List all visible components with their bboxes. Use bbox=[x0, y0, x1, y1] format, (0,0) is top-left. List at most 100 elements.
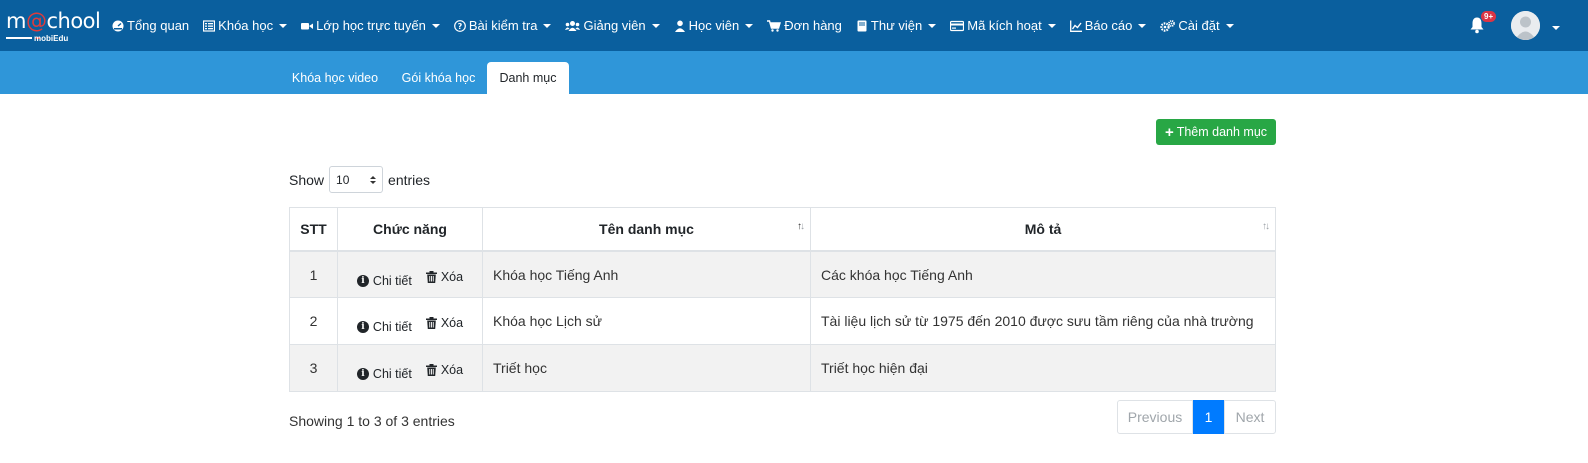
main-nav: Tổng quan Khóa học Lớp học trực tuyến ? … bbox=[112, 0, 1248, 51]
delete-button[interactable]: Xóa bbox=[425, 363, 463, 377]
nav-reports[interactable]: Báo cáo bbox=[1069, 18, 1147, 33]
nav-teachers[interactable]: Giảng viên bbox=[565, 18, 660, 33]
header-stt[interactable]: STT bbox=[289, 207, 338, 252]
logo-underline bbox=[6, 37, 32, 39]
nav-label: Tổng quan bbox=[127, 18, 190, 33]
table-row: 1 i Chi tiết Xóa Khóa học Tiếng Anh Các kh… bbox=[289, 250, 1276, 298]
tab-course-packages[interactable]: Gói khóa học bbox=[395, 62, 482, 94]
trash-icon bbox=[425, 364, 437, 376]
cell-description: Tài liệu lịch sử từ 1975 đến 2010 được s… bbox=[810, 297, 1276, 345]
pagination: Previous 1 Next bbox=[1117, 400, 1276, 434]
header-category-name[interactable]: Tên danh mục ↑↓ bbox=[482, 207, 811, 252]
tab-categories[interactable]: Danh mục bbox=[487, 62, 569, 94]
nav-tests[interactable]: ? Bài kiểm tra bbox=[453, 18, 552, 33]
detail-button[interactable]: i Chi tiết bbox=[356, 367, 412, 381]
table-row: 3 i Chi tiết Xóa Triết học Triết học hiện … bbox=[289, 344, 1276, 392]
nav-label: Khóa học bbox=[218, 18, 274, 33]
plus-icon: + bbox=[1164, 123, 1174, 141]
cell-category-name: Khóa học Tiếng Anh bbox=[482, 250, 811, 298]
previous-page-button[interactable]: Previous bbox=[1117, 400, 1193, 434]
nav-online-classes[interactable]: Lớp học trực tuyến bbox=[301, 18, 440, 33]
chevron-down-icon bbox=[431, 23, 440, 28]
entries-select-value: 10 bbox=[336, 172, 350, 187]
detail-button[interactable]: i Chi tiết bbox=[356, 320, 412, 334]
table-info: Showing 1 to 3 of 3 entries bbox=[289, 413, 455, 429]
cell-actions: i Chi tiết Xóa bbox=[337, 344, 483, 392]
header-description[interactable]: Mô tả ↑↓ bbox=[810, 207, 1276, 252]
user-avatar-icon bbox=[1511, 11, 1540, 40]
table-row: 2 i Chi tiết Xóa Khóa học Lịch sử Tài liệu… bbox=[289, 297, 1276, 345]
nav-label: Thư viện bbox=[870, 18, 923, 33]
cell-stt: 1 bbox=[289, 250, 338, 298]
next-page-button[interactable]: Next bbox=[1224, 400, 1276, 434]
delete-label: Xóa bbox=[440, 316, 464, 330]
info-icon: i bbox=[356, 274, 369, 287]
nav-label: Mã kích hoạt bbox=[967, 18, 1042, 33]
info-icon: i bbox=[356, 368, 369, 380]
detail-label: Chi tiết bbox=[372, 367, 412, 381]
nav-label: Bài kiểm tra bbox=[468, 18, 538, 33]
delete-button[interactable]: Xóa bbox=[425, 316, 464, 330]
page-1-button[interactable]: 1 bbox=[1193, 400, 1224, 434]
nav-courses[interactable]: Khóa học bbox=[203, 18, 288, 33]
chevron-down-icon bbox=[928, 23, 937, 28]
cell-category-name: Triết học bbox=[482, 344, 811, 392]
nav-label: Báo cáo bbox=[1084, 18, 1133, 33]
cell-description: Các khóa học Tiếng Anh bbox=[810, 250, 1276, 298]
chevron-down-icon bbox=[1138, 23, 1147, 28]
chevron-down-icon bbox=[543, 23, 552, 28]
top-navbar: m@chool mobiEdu Tổng quan Khóa học Lớp h… bbox=[0, 0, 1588, 51]
logo[interactable]: m@chool mobiEdu bbox=[6, 9, 101, 43]
chevron-down-icon bbox=[651, 23, 660, 28]
sort-icon: ↑↓ bbox=[1262, 221, 1270, 232]
dashboard-icon bbox=[112, 20, 124, 31]
nav-label: Giảng viên bbox=[583, 18, 646, 33]
cell-actions: i Chi tiết Xóa bbox=[337, 297, 483, 345]
user-icon bbox=[674, 20, 685, 32]
cart-icon bbox=[767, 19, 782, 32]
category-table: STT Chức năng Tên danh mục ↑↓ Mô tả ↑↓ 1… bbox=[289, 207, 1276, 392]
avatar[interactable] bbox=[1511, 11, 1540, 40]
length-prefix: Show bbox=[289, 171, 325, 188]
cell-stt: 3 bbox=[289, 344, 338, 392]
entries-select[interactable]: 10 bbox=[329, 166, 384, 193]
chevron-down-icon bbox=[745, 23, 754, 28]
cell-stt: 2 bbox=[289, 297, 338, 345]
list-icon bbox=[203, 19, 216, 32]
chevron-down-icon bbox=[279, 23, 288, 28]
detail-label: Chi tiết bbox=[372, 273, 412, 288]
cell-description: Triết học hiện đại bbox=[810, 344, 1276, 392]
users-icon bbox=[565, 20, 581, 31]
book-icon bbox=[857, 20, 867, 31]
svg-text:?: ? bbox=[458, 22, 463, 31]
notification-badge: 9+ bbox=[1481, 11, 1497, 22]
delete-button[interactable]: Xóa bbox=[425, 269, 464, 284]
add-category-label: Thêm danh mục bbox=[1176, 125, 1268, 139]
detail-label: Chi tiết bbox=[372, 320, 412, 334]
delete-label: Xóa bbox=[440, 269, 464, 284]
question-icon: ? bbox=[453, 19, 466, 32]
add-category-button[interactable]: + Thêm danh mục bbox=[1156, 119, 1276, 145]
gears-icon bbox=[1160, 19, 1176, 32]
sort-icon: ↑↓ bbox=[797, 221, 805, 232]
logo-subtext: mobiEdu bbox=[34, 34, 69, 43]
nav-activation-codes[interactable]: Mã kích hoạt bbox=[950, 18, 1056, 33]
nav-label: Cài đặt bbox=[1178, 18, 1220, 33]
nav-orders[interactable]: Đơn hàng bbox=[767, 18, 842, 33]
chevron-down-icon[interactable] bbox=[1552, 26, 1560, 30]
nav-settings[interactable]: Cài đặt bbox=[1160, 18, 1234, 33]
table-header-row: STT Chức năng Tên danh mục ↑↓ Mô tả ↑↓ bbox=[289, 207, 1276, 252]
nav-library[interactable]: Thư viện bbox=[856, 18, 937, 33]
header-category-name-label: Tên danh mục bbox=[599, 220, 694, 237]
nav-label: Lớp học trực tuyến bbox=[316, 18, 426, 33]
info-icon: i bbox=[356, 321, 369, 333]
logo-text: m@chool bbox=[6, 9, 101, 33]
length-control: Show 10 entries bbox=[289, 166, 430, 193]
tab-video-courses[interactable]: Khóa học video bbox=[285, 62, 385, 94]
chevron-down-icon bbox=[1047, 23, 1056, 28]
nav-label: Học viên bbox=[688, 18, 740, 33]
detail-button[interactable]: i Chi tiết bbox=[356, 273, 412, 288]
nav-dashboard[interactable]: Tổng quan bbox=[112, 18, 189, 33]
nav-students[interactable]: Học viên bbox=[674, 18, 754, 33]
trash-icon bbox=[425, 270, 437, 283]
